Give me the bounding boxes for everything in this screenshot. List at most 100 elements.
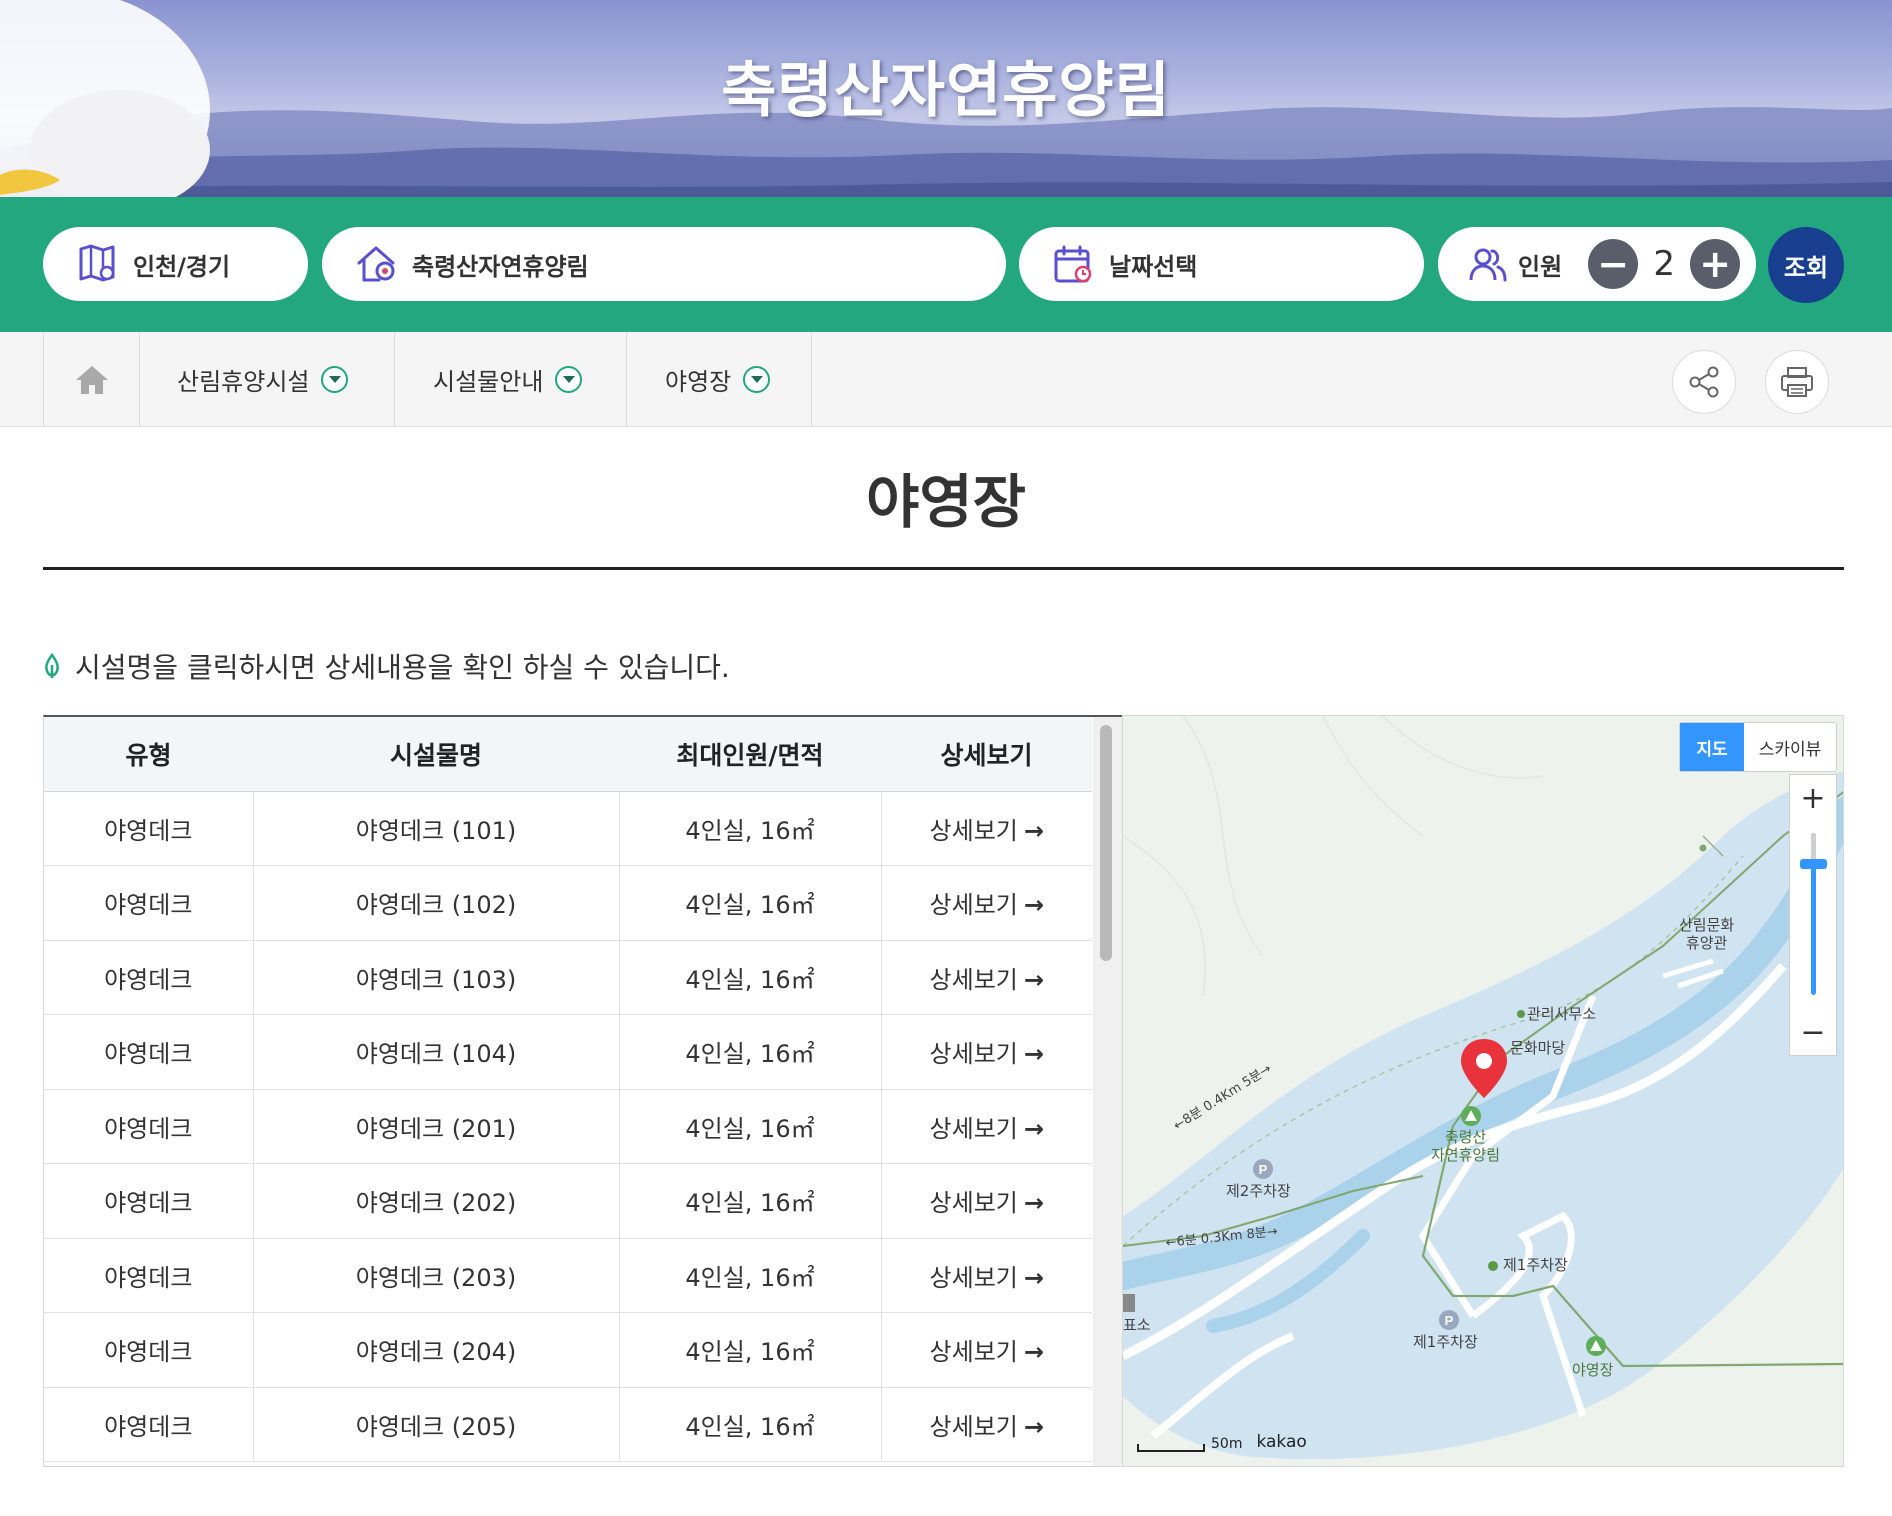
location-map[interactable]: P P 산림문화 휴양관 관리사무소 문화마당 축령산 자연휴양림 제2주차장 … — [1122, 715, 1844, 1467]
search-submit-button[interactable]: 조회 — [1768, 227, 1844, 303]
map-label-parking2: 제2주차장 — [1226, 1182, 1291, 1200]
house-pin-icon — [354, 242, 398, 286]
cell-facility-name[interactable]: 야영데크 (203) — [253, 1238, 620, 1313]
people-stepper: 인원 − 2 + — [1438, 227, 1756, 301]
date-value: 날짜선택 — [1109, 252, 1198, 281]
column-header-capacity: 최대인원/면적 — [619, 717, 881, 792]
zoom-slider-handle[interactable] — [1800, 859, 1827, 869]
detail-link-label: 상세보기 — [929, 816, 1018, 845]
detail-link-label: 상세보기 — [929, 1338, 1018, 1367]
home-icon — [75, 365, 108, 394]
detail-link[interactable]: 상세보기 → — [930, 891, 1044, 919]
share-button[interactable] — [1672, 350, 1736, 414]
cell-detail: 상세보기 → — [881, 1312, 1092, 1388]
arrow-right-icon: → — [1023, 1189, 1044, 1218]
detail-link[interactable]: 상세보기 → — [930, 1115, 1044, 1143]
detail-link-label: 상세보기 — [929, 965, 1018, 994]
map-label-edge: 표소 — [1123, 1316, 1151, 1334]
breadcrumb-facility-guide[interactable]: 시설물안내 — [395, 332, 627, 427]
cell-type: 야영데크 — [44, 1387, 254, 1462]
cell-facility-name[interactable]: 야영데크 (103) — [253, 940, 620, 1015]
cell-facility-name[interactable]: 야영데크 (102) — [253, 865, 620, 941]
breadcrumb-label: 야영장 — [665, 368, 732, 396]
site-title: 축령산자연휴양림 — [721, 56, 1171, 126]
cell-facility-name[interactable]: 야영데크 (101) — [253, 791, 620, 866]
svg-text:P: P — [1259, 1162, 1268, 1177]
map-label-parking1: 제1주차장 — [1413, 1333, 1478, 1351]
zoom-in-button[interactable]: + — [1790, 775, 1836, 821]
arrow-right-icon: → — [1023, 1412, 1044, 1441]
cell-detail: 상세보기 → — [881, 1238, 1092, 1313]
chevron-down-icon — [321, 366, 349, 393]
increase-people-button[interactable]: + — [1690, 239, 1741, 289]
detail-link-label: 상세보기 — [929, 1114, 1018, 1143]
skyview-button[interactable]: 스카이뷰 — [1744, 723, 1836, 771]
cell-type: 야영데크 — [44, 1163, 254, 1239]
cell-capacity: 4인실, 16㎡ — [619, 865, 882, 941]
arrow-right-icon: → — [1023, 1338, 1044, 1367]
table-row: 야영데크 야영데크 (103) 4인실, 16㎡ 상세보기 → — [44, 940, 1092, 1015]
people-count: 2 — [1653, 244, 1675, 284]
guide-notice: 시설명을 클릭하시면 상세내용을 확인 하실 수 있습니다. — [43, 646, 730, 686]
decrease-people-button[interactable]: − — [1588, 239, 1639, 289]
cell-capacity: 4인실, 16㎡ — [619, 1014, 882, 1090]
breadcrumb-facilities[interactable]: 산림휴양시설 — [140, 332, 395, 427]
map-view-button[interactable]: 지도 — [1680, 723, 1744, 771]
region-value: 인천/경기 — [133, 252, 231, 281]
chevron-down-icon — [555, 366, 583, 393]
region-select[interactable]: 인천/경기 — [43, 227, 308, 301]
cell-facility-name[interactable]: 야영데크 (201) — [253, 1089, 620, 1164]
cell-detail: 상세보기 → — [881, 791, 1092, 866]
scale-bar-line — [1137, 1444, 1205, 1452]
table-scrollbar-thumb[interactable] — [1100, 725, 1112, 961]
cell-type: 야영데크 — [44, 1089, 254, 1164]
arrow-right-icon: → — [1023, 1040, 1044, 1069]
map-label-plaza: 문화마당 — [1510, 1039, 1566, 1057]
scale-label: 50m — [1211, 1436, 1243, 1452]
header-banner: 축령산자연휴양림 — [0, 0, 1892, 197]
home-link[interactable] — [43, 332, 140, 427]
notice-text: 시설명을 클릭하시면 상세내용을 확인 하실 수 있습니다. — [75, 651, 730, 684]
leaf-icon — [45, 653, 59, 678]
detail-link[interactable]: 상세보기 → — [930, 1338, 1044, 1366]
cell-capacity: 4인실, 16㎡ — [619, 1163, 882, 1239]
detail-link-label: 상세보기 — [929, 1040, 1018, 1069]
cell-capacity: 4인실, 16㎡ — [619, 791, 882, 866]
detail-link[interactable]: 상세보기 → — [930, 966, 1044, 994]
arrow-right-icon: → — [1023, 965, 1044, 994]
detail-link[interactable]: 상세보기 → — [930, 1189, 1044, 1217]
cell-type: 야영데크 — [44, 865, 254, 941]
cell-facility-name[interactable]: 야영데크 (202) — [253, 1163, 620, 1239]
detail-link-label: 상세보기 — [929, 891, 1018, 920]
detail-link[interactable]: 상세보기 → — [930, 1040, 1044, 1068]
table-row: 야영데크 야영데크 (101) 4인실, 16㎡ 상세보기 → — [44, 791, 1092, 866]
arrow-right-icon: → — [1023, 816, 1044, 845]
cell-facility-name[interactable]: 야영데크 (205) — [253, 1387, 620, 1462]
cell-capacity: 4인실, 16㎡ — [619, 940, 882, 1015]
table-row: 야영데크 야영데크 (204) 4인실, 16㎡ 상세보기 → — [44, 1312, 1092, 1388]
cell-type: 야영데크 — [44, 791, 254, 866]
map-label-forest: 축령산 자연휴양림 — [1431, 1128, 1501, 1164]
detail-link[interactable]: 상세보기 → — [930, 817, 1044, 845]
detail-link[interactable]: 상세보기 → — [930, 1264, 1044, 1292]
chevron-down-icon — [743, 366, 771, 393]
table-row: 야영데크 야영데크 (102) 4인실, 16㎡ 상세보기 → — [44, 865, 1092, 941]
map-scale-bar: 50m kakao — [1137, 1432, 1307, 1452]
breadcrumb-campsite[interactable]: 야영장 — [627, 332, 812, 427]
printer-icon — [1781, 367, 1813, 397]
column-header-detail: 상세보기 — [881, 717, 1092, 792]
forest-select[interactable]: 축령산자연휴양림 — [322, 227, 1006, 301]
zoom-out-button[interactable]: − — [1790, 1009, 1836, 1055]
date-select[interactable]: 날짜선택 — [1019, 227, 1424, 301]
cell-capacity: 4인실, 16㎡ — [619, 1238, 882, 1313]
print-button[interactable] — [1765, 350, 1829, 414]
detail-link[interactable]: 상세보기 → — [930, 1413, 1044, 1441]
people-icon — [1466, 242, 1510, 286]
detail-link-label: 상세보기 — [929, 1412, 1018, 1441]
cell-type: 야영데크 — [44, 1312, 254, 1388]
arrow-right-icon: → — [1023, 1114, 1044, 1143]
reservation-search-bar: 인천/경기 축령산자연휴양림 날짜선택 인원 − 2 + 조회 — [0, 197, 1892, 332]
cell-facility-name[interactable]: 야영데크 (204) — [253, 1312, 620, 1388]
cell-facility-name[interactable]: 야영데크 (104) — [253, 1014, 620, 1090]
map-label-office: 관리사무소 — [1527, 1005, 1597, 1023]
